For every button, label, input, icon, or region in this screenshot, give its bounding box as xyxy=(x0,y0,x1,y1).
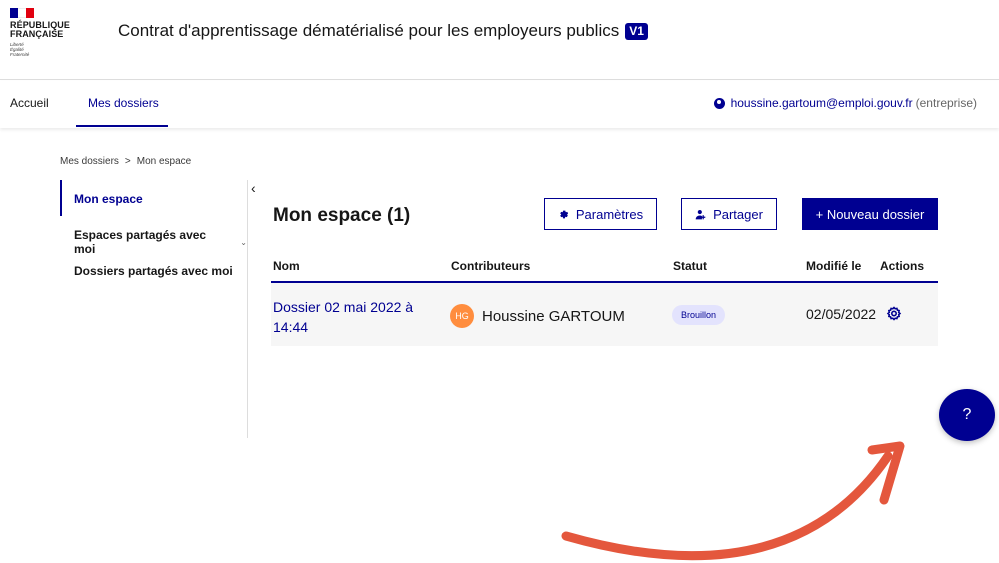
breadcrumb: Mes dossiers > Mon espace xyxy=(60,156,191,167)
contributor-name: Houssine GARTOUM xyxy=(482,307,625,325)
partager-button[interactable]: Partager xyxy=(681,198,777,230)
user-icon xyxy=(713,97,725,109)
sidebar-item-label: Mon espace xyxy=(74,192,143,206)
devise-line3: Fraternité xyxy=(10,52,30,57)
site-title[interactable]: Contrat d'apprentissage dématérialisé po… xyxy=(118,21,648,41)
flag-icon xyxy=(10,8,34,18)
user-email: houssine.gartoum@emploi.gouv.fr xyxy=(730,96,913,110)
sidebar-item-espaces-partages[interactable]: Espaces partagés avec moi ⌄ xyxy=(74,228,247,256)
sidebar-active-indicator xyxy=(60,180,62,216)
breadcrumb-item-mes-dossiers[interactable]: Mes dossiers xyxy=(60,156,119,167)
chevron-down-icon: ⌄ xyxy=(240,237,247,247)
sidebar: Mon espace Espaces partagés avec moi ⌄ D… xyxy=(60,180,248,438)
nouveau-dossier-button[interactable]: + Nouveau dossier xyxy=(802,198,938,230)
user-add-icon xyxy=(695,209,706,219)
breadcrumb-item-mon-espace: Mon espace xyxy=(136,156,192,167)
logo-name-line2: FRANÇAISE xyxy=(10,29,64,39)
help-button[interactable]: ? xyxy=(939,389,995,441)
column-header-nom[interactable]: Nom xyxy=(273,259,300,273)
logo-devise: Liberté Égalité Fraternité xyxy=(10,42,90,57)
nav-item-accueil[interactable]: Accueil xyxy=(10,96,49,110)
parametres-button-label: Paramètres xyxy=(575,206,644,222)
column-header-modifie[interactable]: Modifié le xyxy=(806,259,861,273)
parametres-button[interactable]: Paramètres xyxy=(544,198,657,230)
sidebar-item-label: Dossiers partagés avec moi xyxy=(74,264,233,278)
partager-button-label: Partager xyxy=(713,206,763,222)
chevron-right-icon: > xyxy=(124,156,131,167)
modified-date: 02/05/2022 xyxy=(806,306,877,322)
column-header-contributeurs[interactable]: Contributeurs xyxy=(451,259,530,273)
sidebar-item-label: Espaces partagés avec moi xyxy=(74,228,207,256)
nav-active-indicator xyxy=(76,125,168,127)
sidebar-item-dossiers-partages[interactable]: Dossiers partagés avec moi xyxy=(74,264,233,278)
status-badge: Brouillon xyxy=(672,305,726,325)
user-account[interactable]: houssine.gartoum@emploi.gouv.fr (entrepr… xyxy=(713,96,977,110)
collapse-sidebar-button[interactable]: ‹ xyxy=(251,180,256,196)
sidebar-item-mon-espace[interactable]: Mon espace xyxy=(74,192,143,206)
contributor: HG Houssine GARTOUM xyxy=(450,304,625,328)
main-nav: Accueil Mes dossiers houssine.gartoum@em… xyxy=(0,81,999,128)
gear-icon xyxy=(560,210,568,218)
avatar: HG xyxy=(450,304,474,328)
gear-icon[interactable] xyxy=(886,306,902,322)
dossier-name-link[interactable]: Dossier 02 mai 2022 à 14:44 xyxy=(273,297,433,337)
version-badge: V1 xyxy=(625,22,648,40)
column-header-statut[interactable]: Statut xyxy=(673,259,707,273)
site-title-text: Contrat d'apprentissage dématérialisé po… xyxy=(118,21,620,40)
page-title: Mon espace (1) xyxy=(273,205,411,226)
column-header-actions: Actions xyxy=(880,259,925,273)
republique-francaise-logo[interactable]: RÉPUBLIQUE FRANÇAISE Liberté Égalité Fra… xyxy=(10,8,90,57)
site-header: RÉPUBLIQUE FRANÇAISE Liberté Égalité Fra… xyxy=(0,0,999,80)
user-role: (entreprise) xyxy=(915,96,977,110)
nav-item-mes-dossiers[interactable]: Mes dossiers xyxy=(88,96,159,110)
